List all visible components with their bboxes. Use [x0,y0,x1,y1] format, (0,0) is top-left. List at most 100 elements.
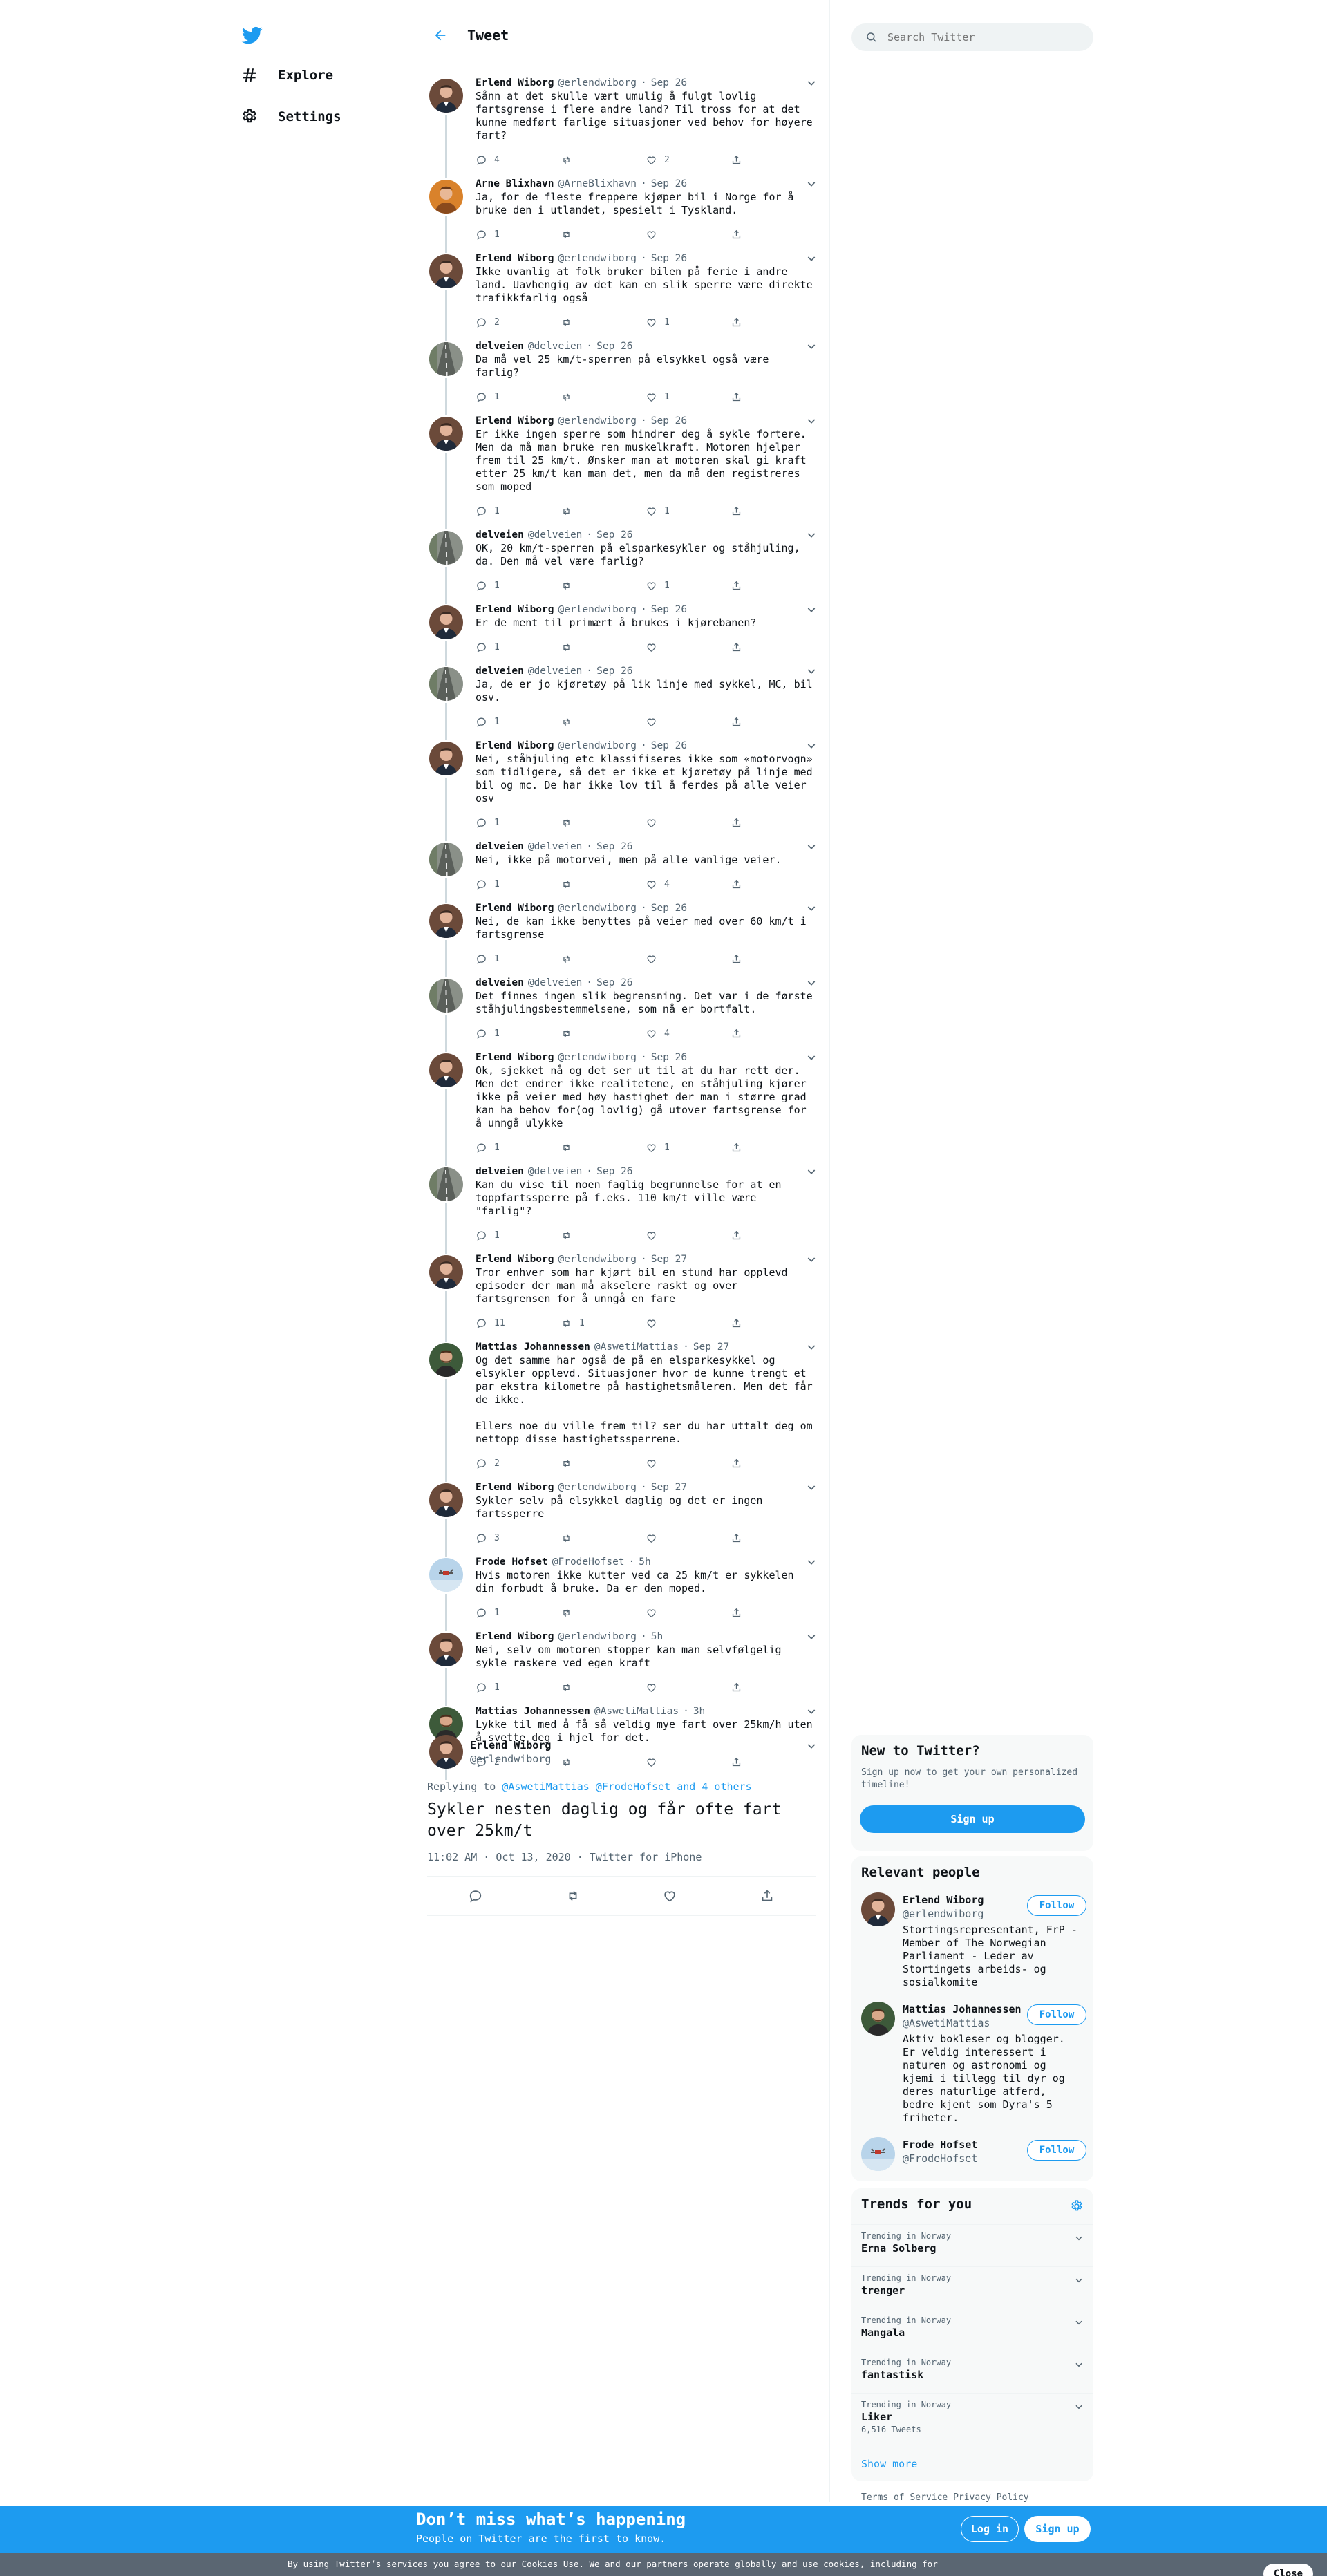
gear-icon[interactable] [1070,2199,1084,2213]
reply-button[interactable]: 1 [476,229,561,241]
signup-button[interactable]: Sign up [1024,2516,1091,2542]
retweet-button[interactable] [561,817,646,829]
retweet-button[interactable] [561,229,646,241]
avatar[interactable] [429,79,463,113]
avatar[interactable] [429,1558,463,1592]
avatar[interactable] [429,1483,463,1517]
share-button[interactable] [731,1756,816,1768]
retweet-button[interactable] [561,1458,646,1469]
author-handle[interactable]: @delveien [528,339,583,353]
like-button[interactable]: 4 [646,878,731,890]
reply-button[interactable]: 1 [476,1028,561,1040]
follow-button[interactable]: Follow [1027,1895,1086,1916]
author-handle[interactable]: @erlendwiborg [558,76,637,90]
author-handle[interactable]: @FrodeHofset [552,1555,625,1569]
author-name[interactable]: Erlend Wiborg [476,76,554,90]
author-handle[interactable]: @delveien [528,528,583,542]
thread-tweet[interactable]: Erlend Wiborg @erlendwiborg · Sep 26 Nei, de… [417,896,829,977]
retweet-button[interactable] [561,953,646,965]
like-button[interactable] [646,641,731,653]
retweet-button[interactable] [561,154,646,166]
chevron-down-icon[interactable] [1074,2402,1084,2412]
author-handle[interactable]: @erlendwiborg [558,739,637,753]
retweet-button[interactable] [561,1607,646,1619]
thread-tweet[interactable]: Erlend Wiborg @erlendwiborg · 5h Nei, selv o… [417,1624,829,1706]
tweet-time[interactable]: Sep 26 [651,1051,687,1064]
tweet-time[interactable]: Sep 26 [651,76,687,90]
tweet-time[interactable]: 5h [651,1630,663,1644]
like-button[interactable] [646,1230,731,1241]
search-input[interactable] [887,31,1067,44]
reply-button[interactable]: 1 [476,817,561,829]
main-tweet-author-name[interactable]: Erlend Wiborg [470,1739,551,1751]
thread-tweet[interactable]: delveien @delveien · Sep 26 OK, 20 km/t-sper… [417,523,829,604]
author-handle[interactable]: @delveien [528,976,583,990]
tweet-time[interactable]: Sep 26 [651,177,687,191]
reply-button[interactable]: 1 [476,505,561,517]
like-button[interactable] [646,716,731,728]
author-handle[interactable]: @erlendwiborg [558,1051,637,1064]
retweet-button[interactable] [561,505,646,517]
chevron-down-icon[interactable] [806,415,817,426]
avatar[interactable] [429,904,463,938]
thread-tweet[interactable]: delveien @delveien · Sep 26 Da må vel 25 km/… [417,334,829,415]
thread-tweet[interactable]: Erlend Wiborg @erlendwiborg · Sep 26 Sånn at… [417,70,829,178]
like-button[interactable] [646,1317,731,1329]
author-handle[interactable]: @erlendwiborg [558,603,637,617]
tweet-time[interactable]: Sep 26 [651,739,687,753]
avatar[interactable] [861,2137,895,2171]
tweet-time[interactable]: Sep 27 [693,1340,729,1354]
reply-icon[interactable] [468,1888,483,1903]
share-button[interactable] [731,1682,816,1693]
chevron-down-icon[interactable] [806,666,817,677]
trend-item[interactable]: Trending in Norway Liker 6,516 Tweets [851,2393,1093,2448]
chevron-down-icon[interactable] [806,977,817,988]
chevron-down-icon[interactable] [806,77,817,88]
author-name[interactable]: delveien [476,528,524,542]
reply-button[interactable]: 3 [476,1532,561,1544]
chevron-down-icon[interactable] [806,1342,817,1353]
avatar[interactable] [429,979,463,1013]
thread-tweet[interactable]: Erlend Wiborg @erlendwiborg · Sep 27 Sykler … [417,1475,829,1557]
back-arrow-icon[interactable] [433,28,448,43]
close-button[interactable]: Close [1263,2564,1313,2576]
share-button[interactable] [731,580,816,592]
chevron-down-icon[interactable] [806,253,817,264]
reply-button[interactable]: 1 [476,953,561,965]
avatar[interactable] [429,417,463,451]
person-name[interactable]: Erlend Wiborg [903,1894,1024,1906]
chevron-down-icon[interactable] [806,1631,817,1642]
like-button[interactable]: 4 [646,1028,731,1040]
thread-tweet[interactable]: Erlend Wiborg @erlendwiborg · Sep 26 Er de m… [417,597,829,666]
twitter-logo-icon[interactable] [241,25,264,46]
retweet-button[interactable] [561,391,646,403]
trend-item[interactable]: Trending in Norway Mangala [851,2309,1093,2351]
reply-button[interactable]: 1 [476,391,561,403]
like-button[interactable] [646,229,731,241]
retweet-button[interactable] [561,641,646,653]
tweet-time[interactable]: Sep 26 [596,840,632,854]
tweet-time[interactable]: Sep 26 [596,528,632,542]
sidebar-signup-button[interactable]: Sign up [860,1805,1085,1833]
thread-tweet[interactable]: Erlend Wiborg @erlendwiborg · Sep 26 Ok, sje… [417,1045,829,1166]
thread-tweet[interactable]: delveien @delveien · Sep 26 Kan du vise til … [417,1159,829,1254]
author-handle[interactable]: @AswetiMattias [594,1340,679,1354]
chevron-down-icon[interactable] [806,903,817,914]
reply-button[interactable]: 2 [476,317,561,328]
tweet-time[interactable]: Sep 27 [651,1480,687,1494]
thread-tweet[interactable]: Erlend Wiborg @erlendwiborg · Sep 26 Er ikke… [417,408,829,529]
avatar[interactable] [429,342,463,376]
like-button[interactable] [646,1682,731,1693]
follow-button[interactable]: Follow [1027,2140,1086,2161]
login-button[interactable]: Log in [961,2516,1019,2542]
like-button[interactable]: 1 [646,391,731,403]
reply-button[interactable]: 1 [476,716,561,728]
thread-tweet[interactable]: Erlend Wiborg @erlendwiborg · Sep 26 Ikke uv… [417,246,829,341]
author-name[interactable]: Erlend Wiborg [476,1630,554,1644]
trend-item[interactable]: Trending in Norway fantastisk [851,2351,1093,2393]
share-button[interactable] [731,1607,816,1619]
reply-button[interactable]: 1 [476,878,561,890]
tweet-time[interactable]: 5h [639,1555,650,1569]
like-button[interactable] [646,1458,731,1469]
tweet-time[interactable]: Sep 26 [651,414,687,428]
